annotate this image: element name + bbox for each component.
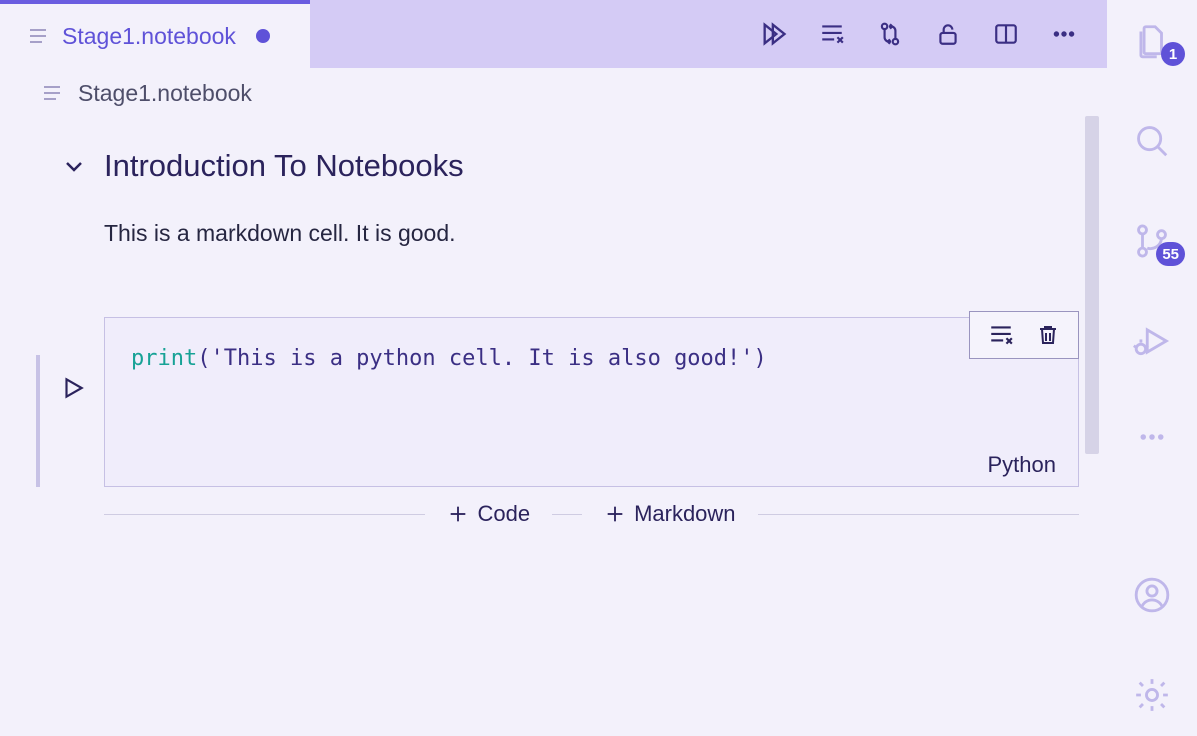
divider [552,514,582,515]
markdown-cell[interactable]: Introduction To Notebooks This is a mark… [28,148,1048,247]
divider [104,514,425,515]
scrollbar-thumb[interactable] [1085,116,1099,454]
chevron-down-icon[interactable] [62,154,86,178]
scm-badge: 55 [1156,242,1185,266]
divider [758,514,1079,515]
clear-cell-output-button[interactable] [988,322,1014,348]
clear-outputs-button[interactable] [817,19,847,49]
explorer-badge: 1 [1161,42,1185,66]
notebook-file-icon [28,26,48,46]
cell-toolbar [969,311,1079,359]
editor-toolbar [310,0,1107,68]
notebook-content: Introduction To Notebooks This is a mark… [0,118,1107,736]
source-control-button[interactable]: 55 [1129,222,1175,260]
split-editor-button[interactable] [991,19,1021,49]
breadcrumb-title: Stage1.notebook [78,80,252,107]
cell-focus-indicator [36,355,40,487]
add-markdown-label: Markdown [634,501,735,527]
run-all-button[interactable] [759,19,789,49]
delete-cell-button[interactable] [1036,322,1060,348]
explorer-button[interactable]: 1 [1129,22,1175,60]
code-editor[interactable]: print('This is a python cell. It is also… [104,317,1079,487]
cell-language-label[interactable]: Python [988,452,1057,478]
breadcrumb[interactable]: Stage1.notebook [0,68,1107,118]
section-heading-row: Introduction To Notebooks [62,148,1048,184]
tab-title: Stage1.notebook [62,23,236,50]
add-cell-row: Code Markdown [104,501,1079,527]
accounts-button[interactable] [1129,576,1175,614]
more-actions-button[interactable] [1049,19,1079,49]
tab-active[interactable]: Stage1.notebook [0,0,310,68]
run-cell-button[interactable] [60,375,86,406]
add-code-cell-button[interactable]: Code [447,501,530,527]
compare-changes-button[interactable] [875,19,905,49]
search-button[interactable] [1129,122,1175,160]
more-button[interactable] [1129,422,1175,452]
tab-bar: Stage1.notebook [0,0,1107,68]
add-code-label: Code [477,501,530,527]
run-debug-button[interactable] [1129,322,1175,360]
lock-button[interactable] [933,19,963,49]
add-markdown-cell-button[interactable]: Markdown [604,501,735,527]
markdown-body: This is a markdown cell. It is good. [104,220,1048,247]
markdown-heading: Introduction To Notebooks [104,148,464,184]
code-cell[interactable]: print('This is a python cell. It is also… [28,317,1079,487]
notebook-file-icon [42,83,62,103]
editor-area: Stage1.notebook [0,0,1107,736]
code-line: print('This is a python cell. It is also… [131,346,1056,371]
settings-button[interactable] [1129,676,1175,714]
activity-bar: 1 55 [1107,0,1197,736]
unsaved-dot-icon [256,29,270,43]
